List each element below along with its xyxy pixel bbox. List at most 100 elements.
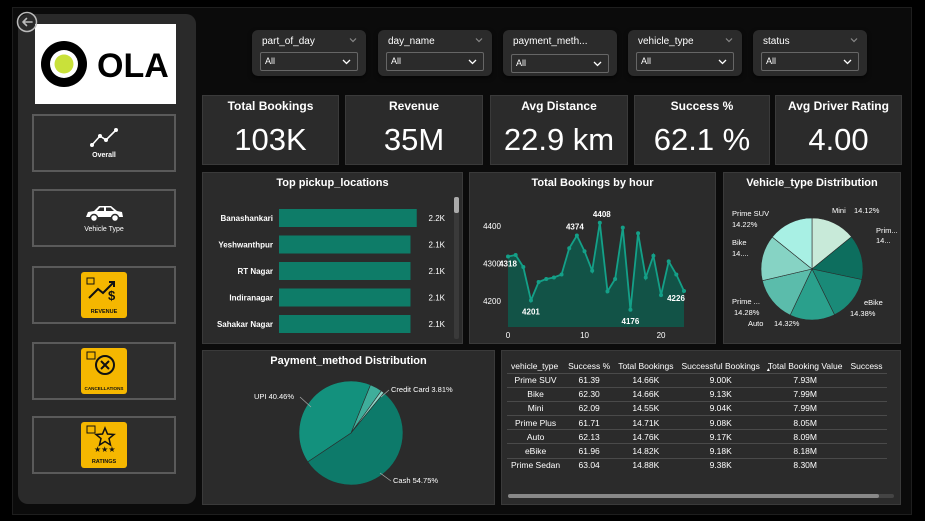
nav-overall-button[interactable]: Overall xyxy=(32,114,176,172)
data-point[interactable] xyxy=(682,289,686,293)
kpi-value: 22.9 km xyxy=(503,122,615,157)
chevron-down-icon[interactable] xyxy=(849,35,859,45)
table-row[interactable]: Auto 62.13 14.76K 9.17K 8.09M xyxy=(507,429,887,444)
data-point[interactable] xyxy=(620,225,625,230)
chevron-down-icon xyxy=(718,59,727,65)
scrollbar[interactable] xyxy=(454,197,459,339)
data-label: 4374 xyxy=(566,223,584,232)
chevron-down-icon xyxy=(843,59,852,65)
data-point[interactable] xyxy=(521,265,526,269)
slicer-dropdown[interactable]: All xyxy=(511,54,609,73)
data-point[interactable] xyxy=(574,233,579,238)
data-point[interactable] xyxy=(605,289,610,294)
table-cell: 63.04 xyxy=(564,457,615,473)
data-point[interactable] xyxy=(597,220,602,225)
data-point[interactable] xyxy=(643,275,648,280)
nav-revenue-button[interactable]: $ REVENUE xyxy=(32,266,176,324)
chevron-down-icon[interactable] xyxy=(474,35,484,45)
line-chart-icon xyxy=(90,128,118,147)
data-label: 4318 xyxy=(499,260,517,269)
slicer-payment-method[interactable]: payment_meth... All xyxy=(503,30,617,76)
data-point[interactable] xyxy=(659,293,664,298)
table-cell: 7.99M xyxy=(763,400,847,416)
data-point[interactable] xyxy=(506,254,510,259)
slicer-title: day_name xyxy=(388,36,435,47)
back-arrow-icon[interactable] xyxy=(16,11,38,33)
slicer-dropdown[interactable]: All xyxy=(761,52,859,71)
data-point[interactable] xyxy=(628,307,633,312)
column-header[interactable]: Successful Bookings xyxy=(677,359,763,373)
data-point[interactable] xyxy=(651,253,656,258)
table-cell: 62.13 xyxy=(564,429,615,444)
data-point[interactable] xyxy=(582,249,587,254)
chevron-down-icon xyxy=(342,59,351,65)
chevron-down-icon[interactable] xyxy=(724,35,734,45)
table-row[interactable]: eBike 61.96 14.82K 9.18K 8.18M xyxy=(507,443,887,459)
table-row[interactable]: Prime Sedan 63.04 14.88K 9.38K 8.30M xyxy=(507,457,887,473)
data-point[interactable] xyxy=(551,275,556,280)
slicer-dropdown[interactable]: All xyxy=(636,52,734,71)
table-row[interactable]: Bike 62.30 14.66K 9.13K 7.99M xyxy=(507,386,887,402)
nav-cancellations-button[interactable]: CANCELLATIONS xyxy=(32,342,176,400)
slicer-part-of-day[interactable]: part_of_day All xyxy=(252,30,366,76)
data-point[interactable] xyxy=(559,272,564,277)
nav-vehicle-type-button[interactable]: Vehicle Type xyxy=(32,189,176,247)
data-point[interactable] xyxy=(666,259,671,264)
data-point[interactable] xyxy=(528,298,533,303)
scrollbar-thumb[interactable] xyxy=(508,494,879,498)
x-tick-label: 10 xyxy=(580,331,589,340)
chevron-down-icon[interactable] xyxy=(348,35,358,45)
y-tick-label: 4200 xyxy=(483,297,501,306)
vehicle-pie-svg: Mini 14.12% Prim...14... eBike 14.38% Auto 14.… xyxy=(732,206,898,328)
table-row[interactable]: Mini 62.09 14.55K 9.04K 7.99M xyxy=(507,400,887,416)
data-point[interactable] xyxy=(544,277,549,281)
kpi-total-bookings: Total Bookings 103K xyxy=(202,95,339,165)
pie-slice-label: Credit Card 3.81% xyxy=(391,385,453,394)
table-cell: Prime Sedan xyxy=(507,457,565,473)
data-point[interactable] xyxy=(636,231,641,236)
cancel-icon: CANCELLATIONS xyxy=(81,348,127,394)
data-point[interactable] xyxy=(674,272,679,277)
chevron-down-icon xyxy=(593,61,602,67)
y-tick-label: 4400 xyxy=(483,222,501,231)
bar[interactable] xyxy=(279,288,411,307)
table-row[interactable]: Prime Plus 61.71 14.71K 9.08K 8.05M xyxy=(507,415,887,430)
bar[interactable] xyxy=(279,315,411,333)
slicer-dropdown[interactable]: All xyxy=(386,52,484,71)
table-cell: 8.05M xyxy=(763,415,847,430)
slicer-vehicle-type[interactable]: vehicle_type All xyxy=(628,30,742,76)
data-point[interactable] xyxy=(590,268,595,273)
table-cell: 9.13K xyxy=(677,386,764,402)
bar[interactable] xyxy=(279,235,411,254)
slicer-status[interactable]: status All xyxy=(753,30,867,76)
table-row[interactable]: Prime SUV 61.39 14.66K 9.00K 7.93M xyxy=(507,372,887,388)
pickup-locations-chart: Top pickup_locations Banashankari 2.2K Yes… xyxy=(202,172,463,344)
kpi-avg-distance: Avg Distance 22.9 km xyxy=(490,95,628,165)
scrollbar-thumb[interactable] xyxy=(454,197,459,213)
area-chart-svg: 4200430044000 10 2043184201437444084176422… xyxy=(483,210,686,340)
horizontal-scrollbar[interactable] xyxy=(508,494,894,498)
slicer-day-name[interactable]: day_name All xyxy=(378,30,492,76)
table-cell: 14.76K xyxy=(614,429,678,444)
table-cell: 62.30 xyxy=(564,386,615,402)
leader-line xyxy=(379,472,392,482)
bar[interactable] xyxy=(279,209,417,227)
data-point[interactable] xyxy=(567,246,572,251)
data-point[interactable] xyxy=(536,280,541,284)
column-header[interactable]: Success xyxy=(846,359,886,373)
data-point[interactable] xyxy=(613,277,618,281)
bar[interactable] xyxy=(279,262,411,280)
column-header[interactable]: Total Bookings xyxy=(614,359,677,373)
data-label: 4408 xyxy=(593,210,611,219)
sidebar: OLA Overall Vehicle Type $ REVENUE CANCE… xyxy=(18,14,196,504)
column-header[interactable]: Total Booking Value ▲ xyxy=(764,359,847,373)
table-cell xyxy=(846,443,887,459)
table-cell: 14.55K xyxy=(614,400,678,416)
sort-up-icon[interactable]: ▲ xyxy=(766,367,771,373)
nav-ratings-button[interactable]: ★★★ RATINGS xyxy=(32,416,176,474)
stars-icon: ★★★ RATINGS xyxy=(81,422,127,468)
slicer-dropdown[interactable]: All xyxy=(260,52,358,71)
column-header[interactable]: Success % xyxy=(564,359,614,373)
column-header[interactable]: vehicle_type xyxy=(507,359,564,373)
data-point[interactable] xyxy=(513,253,518,257)
